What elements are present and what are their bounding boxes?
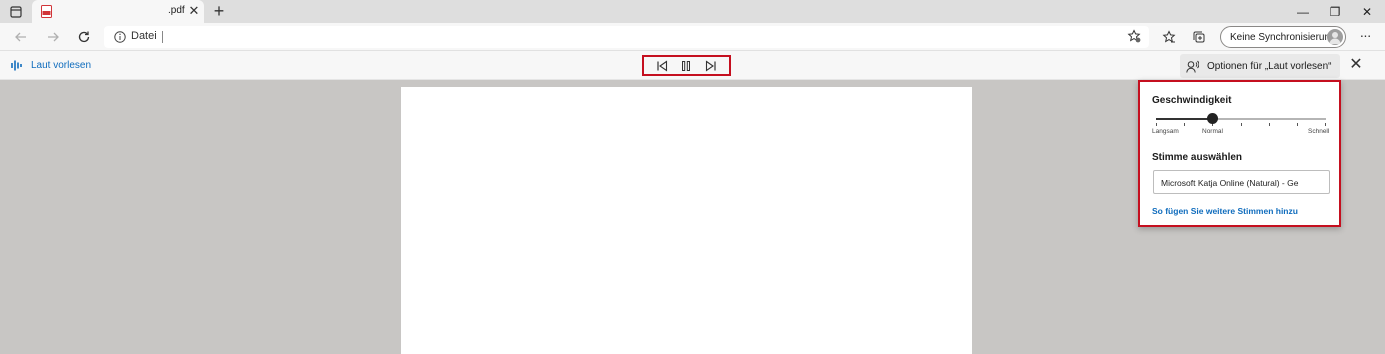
pause-icon: [682, 60, 691, 71]
tab-strip: .pdf ✕ + — ❐ ✕: [0, 0, 1385, 23]
new-tab-button[interactable]: +: [210, 2, 228, 20]
info-icon[interactable]: [114, 31, 126, 43]
tab-actions-icon: [10, 5, 22, 18]
previous-button[interactable]: [654, 59, 670, 73]
read-aloud-icon: [11, 60, 22, 71]
profile-sync-button[interactable]: Keine Synchronisierung: [1220, 26, 1346, 48]
speed-heading: Geschwindigkeit: [1152, 95, 1232, 106]
slider-tick: [1184, 123, 1185, 126]
text-cursor: [162, 31, 163, 43]
address-bar[interactable]: Datei: [104, 26, 1149, 48]
read-aloud-options-label: Optionen für „Laut vorlesen“: [1207, 60, 1332, 72]
slider-tick: [1241, 123, 1242, 126]
read-aloud-button[interactable]: Laut vorlesen: [11, 60, 91, 71]
avatar: [1327, 29, 1343, 45]
favorites-icon: [1162, 30, 1176, 43]
pdf-page: [401, 87, 972, 354]
read-aloud-label: Laut vorlesen: [31, 60, 92, 71]
settings-more-button[interactable]: ···: [1356, 27, 1374, 47]
slider-tick: [1156, 123, 1157, 126]
read-aloud-toolbar: Laut vorlesen Optionen für „Laut vorlese…: [0, 51, 1385, 80]
refresh-icon: [78, 31, 90, 43]
refresh-button[interactable]: [74, 27, 94, 47]
speed-normal-label: Normal: [1202, 128, 1223, 135]
slider-thumb[interactable]: [1207, 113, 1219, 124]
navigation-bar: Datei Keine Synchronisierung ···: [0, 23, 1385, 51]
add-favorite-icon[interactable]: [1127, 29, 1141, 43]
forward-button[interactable]: [43, 27, 63, 47]
address-protocol-label: Datei: [131, 30, 157, 42]
read-aloud-options-button[interactable]: Optionen für „Laut vorlesen“: [1180, 54, 1340, 78]
close-window-button[interactable]: ✕: [1352, 0, 1382, 23]
slider-fill: [1156, 118, 1213, 120]
close-read-aloud-icon[interactable]: ✕: [1348, 57, 1364, 73]
tab-title: .pdf: [168, 5, 185, 16]
collections-button[interactable]: [1190, 28, 1208, 46]
favorites-button[interactable]: [1160, 28, 1178, 46]
arrow-right-icon: [48, 32, 59, 42]
arrow-left-icon: [15, 32, 26, 42]
voice-heading: Stimme auswählen: [1152, 152, 1243, 163]
slider-tick: [1269, 123, 1270, 126]
minimize-button[interactable]: —: [1288, 0, 1318, 23]
slider-tick: [1325, 123, 1326, 126]
next-button[interactable]: [703, 59, 719, 73]
pause-button[interactable]: [678, 59, 694, 73]
collections-icon: [1193, 31, 1205, 43]
tab-actions-button[interactable]: [0, 0, 32, 23]
read-aloud-player-controls: [642, 55, 731, 76]
skip-next-icon: [705, 59, 716, 72]
slider-tick: [1297, 123, 1298, 126]
pdf-file-icon: [41, 5, 52, 18]
sync-status-label: Keine Synchronisierung: [1230, 31, 1336, 43]
skip-previous-icon: [657, 59, 668, 72]
read-aloud-options-panel: Geschwindigkeit Langsam Normal Schnell S…: [1138, 80, 1341, 227]
restore-button[interactable]: ❐: [1320, 0, 1350, 23]
user-avatar-icon: [1329, 32, 1341, 44]
speed-slow-label: Langsam: [1152, 128, 1179, 135]
tab-close-icon[interactable]: ✕: [187, 3, 201, 19]
speed-fast-label: Schnell: [1308, 128, 1330, 135]
active-tab[interactable]: .pdf ✕: [32, 0, 204, 23]
voice-select[interactable]: Microsoft Katja Online (Natural) - Ge: [1153, 170, 1330, 194]
back-button[interactable]: [11, 27, 31, 47]
voice-options-icon: [1186, 60, 1199, 73]
add-voices-link[interactable]: So fügen Sie weitere Stimmen hinzu: [1152, 206, 1298, 216]
